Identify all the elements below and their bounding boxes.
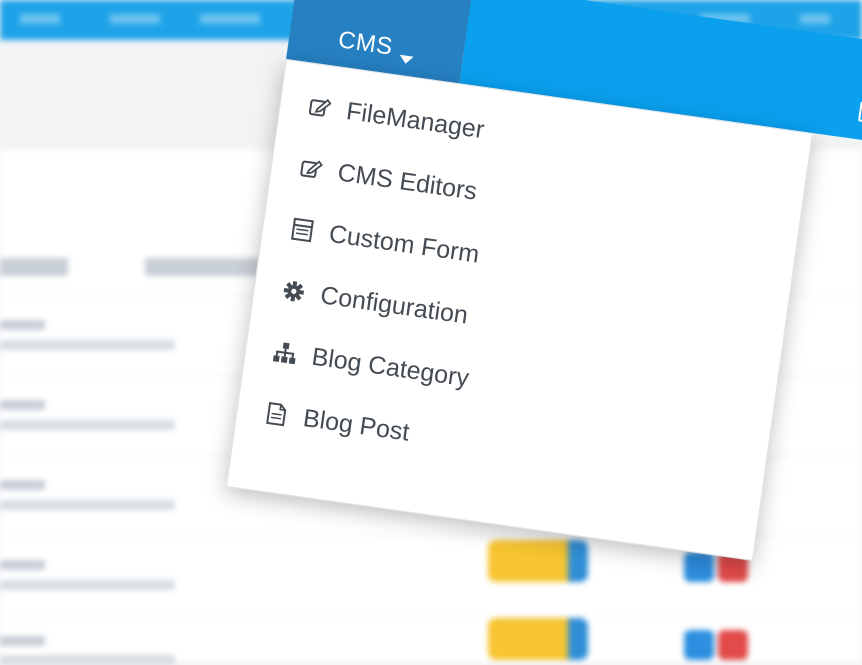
nav-item[interactable] xyxy=(110,14,160,24)
cms-dropdown-menu: FileManager CMS Editors Custom Form Conf… xyxy=(225,59,813,561)
menu-item-label: FileManager xyxy=(344,96,487,144)
table-row xyxy=(0,420,175,430)
cms-label: CMS xyxy=(336,26,395,61)
nav-item[interactable] xyxy=(800,14,830,24)
menu-item-blog-post[interactable]: Blog Post xyxy=(261,393,412,453)
table-row xyxy=(0,655,175,665)
file-text-icon xyxy=(262,399,291,428)
mail-icon[interactable] xyxy=(857,101,862,126)
menu-item-label: Blog Category xyxy=(310,342,471,392)
nav-item[interactable] xyxy=(200,14,260,24)
status-badge xyxy=(488,540,588,582)
table-row xyxy=(0,580,175,590)
nav-item[interactable] xyxy=(20,14,60,24)
table-row xyxy=(0,320,45,330)
table-row xyxy=(0,400,45,410)
table-row xyxy=(0,560,45,570)
table-header-cell xyxy=(145,258,270,276)
menu-item-label: Custom Form xyxy=(327,219,482,269)
status-badge xyxy=(488,618,588,660)
menu-item-configuration[interactable]: Configuration xyxy=(278,270,470,336)
edit-icon xyxy=(296,154,325,183)
edit-button[interactable] xyxy=(684,552,714,582)
delete-button[interactable] xyxy=(718,630,748,660)
form-icon xyxy=(288,215,317,244)
row-divider xyxy=(0,615,862,616)
table-row xyxy=(0,636,45,646)
table-header-cell xyxy=(0,258,68,276)
edit-button[interactable] xyxy=(684,630,714,660)
menu-item-filemanager[interactable]: FileManager xyxy=(304,86,487,151)
table-row xyxy=(0,500,175,510)
menu-item-blog-category[interactable]: Blog Category xyxy=(270,331,472,398)
menu-item-label: Configuration xyxy=(318,280,470,330)
caret-down-icon xyxy=(398,54,414,65)
sitemap-icon xyxy=(271,338,300,367)
gear-icon xyxy=(279,277,308,306)
menu-item-label: Blog Post xyxy=(301,403,412,447)
edit-icon xyxy=(305,92,334,121)
table-row xyxy=(0,340,175,350)
menu-item-label: CMS Editors xyxy=(335,157,479,206)
table-row xyxy=(0,480,45,490)
menu-item-custom-form[interactable]: Custom Form xyxy=(287,208,482,274)
menu-item-cms-editors[interactable]: CMS Editors xyxy=(295,147,479,212)
